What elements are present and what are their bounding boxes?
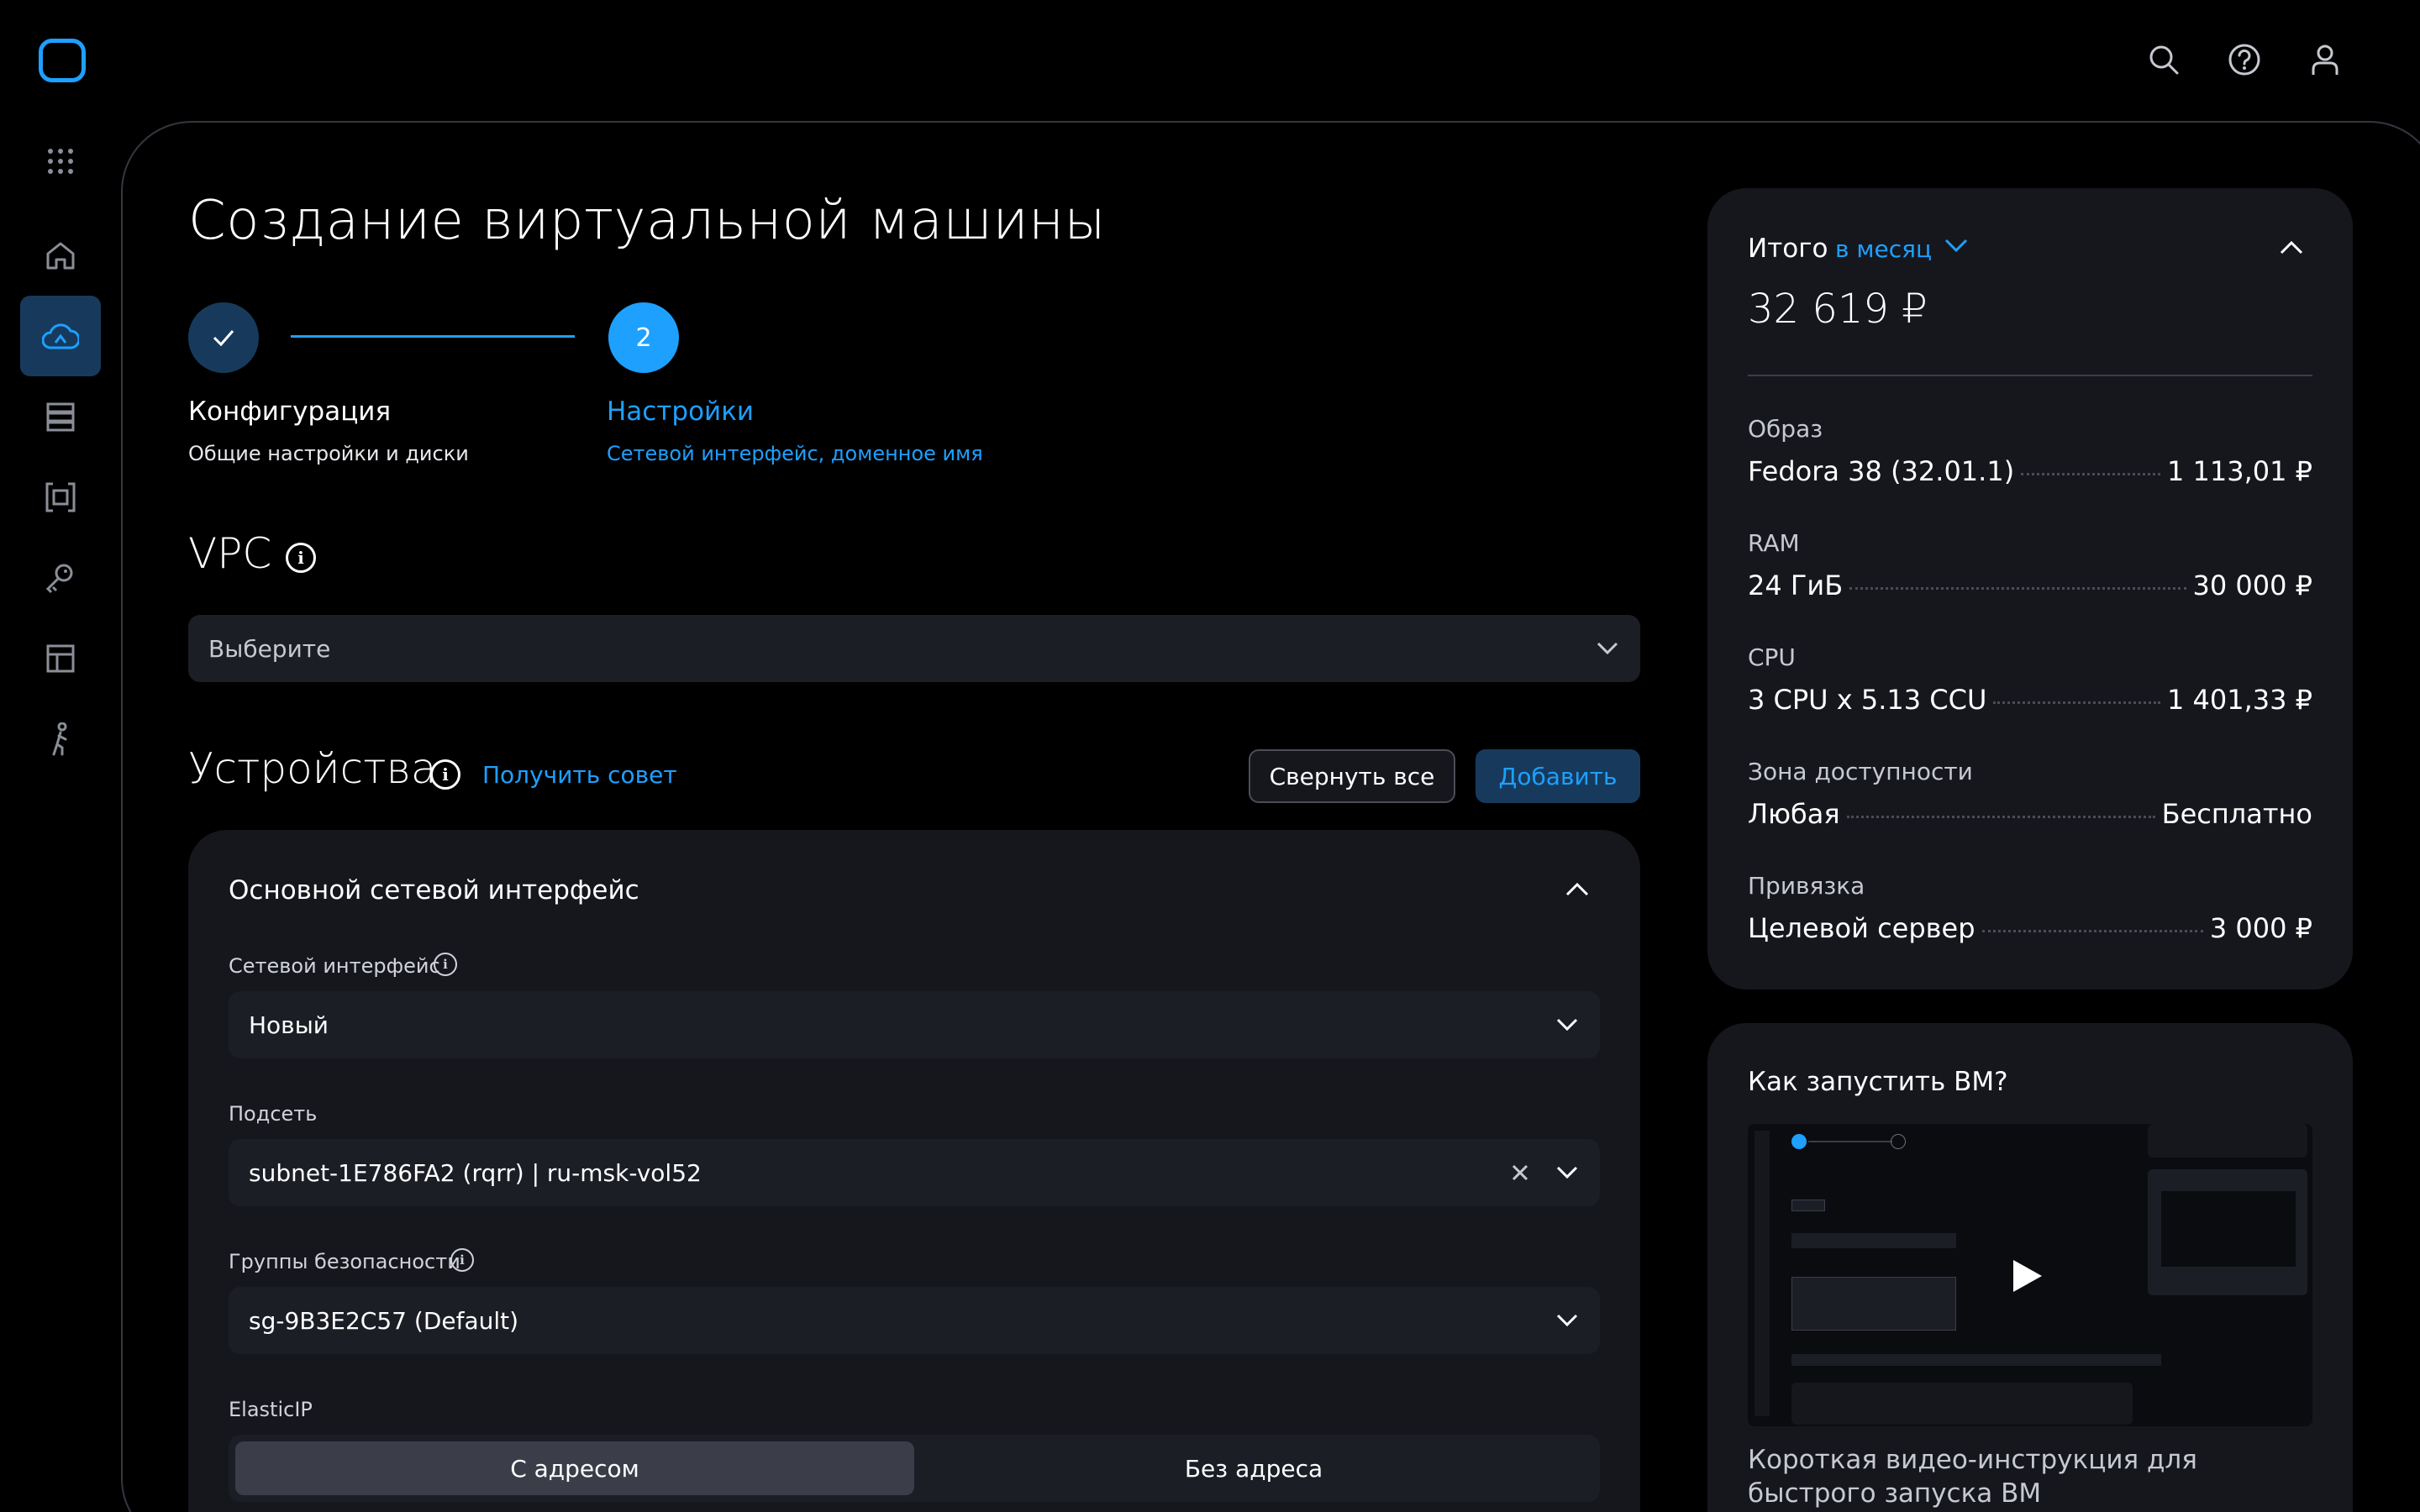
elastic-ip-without-address[interactable]: Без адреса: [914, 1441, 1593, 1495]
network-interface-label: Сетевой интерфейс: [229, 954, 440, 978]
chevron-down-icon: [1555, 1012, 1580, 1037]
elastic-ip-toggle: С адресом Без адреса: [229, 1435, 1600, 1502]
layout-icon[interactable]: [20, 618, 101, 699]
period-select[interactable]: в месяц: [1835, 235, 1932, 263]
subnet-value: subnet-1E786FA2 (rqrr) | ru-msk-vol52: [249, 1158, 702, 1187]
howto-caption: Короткая видео-инструкция для быстрого з…: [1748, 1445, 2197, 1509]
add-device-button[interactable]: Добавить: [1476, 749, 1640, 803]
summary-row-name: Любая: [1748, 798, 1840, 830]
app-logo[interactable]: [39, 39, 86, 82]
summary-label: Итого: [1748, 234, 1828, 264]
summary-row-price: 1 401,33 ₽: [2166, 684, 2312, 716]
subnet-select[interactable]: subnet-1E786FA2 (rqrr) | ru-msk-vol52: [229, 1139, 1600, 1206]
person-walk-icon[interactable]: [20, 699, 101, 780]
chevron-down-icon: [1595, 636, 1620, 661]
user-icon[interactable]: [2307, 42, 2343, 77]
vpc-select-value: Выберите: [208, 634, 331, 663]
video-player[interactable]: [1748, 1124, 2312, 1426]
get-advice-link[interactable]: Получить совет: [482, 761, 677, 789]
step-1-indicator[interactable]: [188, 302, 259, 373]
summary-row-label: RAM: [1748, 529, 1800, 557]
page-title: Создание виртуальной машины: [188, 190, 1106, 252]
step-2-indicator[interactable]: 2: [608, 302, 679, 373]
summary-row-label: Зона доступности: [1748, 758, 1973, 785]
help-icon[interactable]: [2227, 42, 2262, 77]
summary-row-name: 3 CPU x 5.13 CCU: [1748, 684, 1987, 716]
network-interface-value: Новый: [249, 1011, 329, 1039]
howto-title: Как запустить ВМ?: [1748, 1067, 2008, 1097]
summary-divider: [1748, 375, 2312, 376]
vpc-heading: VPC: [188, 529, 272, 578]
clear-icon[interactable]: [1507, 1160, 1533, 1185]
summary-row-label: Образ: [1748, 415, 1823, 443]
step-2-subtitle: Сетевой интерфейс, доменное имя: [607, 442, 983, 465]
step-1-subtitle: Общие настройки и диски: [188, 442, 469, 465]
summary-row-price: 30 000 ₽: [2192, 570, 2313, 601]
chevron-up-icon[interactable]: [1565, 880, 1590, 897]
summary-row: 3 CPU x 5.13 CCU 1 401,33 ₽: [1748, 684, 2312, 716]
container-icon[interactable]: [20, 457, 101, 538]
security-groups-info-icon[interactable]: i: [450, 1248, 474, 1272]
summary-row-name: Целевой сервер: [1748, 912, 1975, 944]
summary-row: Целевой сервер 3 000 ₽: [1748, 912, 2312, 944]
summary-row-price: 3 000 ₽: [2209, 912, 2312, 944]
security-groups-value: sg-9B3E2C57 (Default): [249, 1306, 519, 1335]
vpc-info-icon[interactable]: i: [286, 543, 316, 573]
home-icon[interactable]: [20, 215, 101, 296]
vpc-select[interactable]: Выберите: [188, 615, 1640, 682]
security-groups-label: Группы безопасности: [229, 1250, 460, 1273]
server-list-icon[interactable]: [20, 376, 101, 457]
step-1-title: Конфигурация: [188, 396, 392, 427]
summary-row-price: Бесплатно: [2161, 798, 2312, 830]
network-interface-info-icon[interactable]: i: [434, 953, 457, 976]
summary-row-name: 24 ГиБ: [1748, 570, 1844, 601]
summary-row: Любая Бесплатно: [1748, 798, 2312, 830]
summary-row-label: CPU: [1748, 643, 1796, 671]
security-groups-select[interactable]: sg-9B3E2C57 (Default): [229, 1287, 1600, 1354]
summary-row: Fedora 38 (32.01.1) 1 113,01 ₽: [1748, 455, 2312, 487]
devices-info-icon[interactable]: i: [430, 759, 460, 790]
summary-row-name: Fedora 38 (32.01.1): [1748, 455, 2015, 487]
elastic-ip-label: ElasticIP: [229, 1398, 313, 1421]
summary-row-price: 1 113,01 ₽: [2166, 455, 2312, 487]
step-2-title: Настройки: [607, 396, 755, 427]
collapse-all-button[interactable]: Свернуть все: [1249, 749, 1455, 803]
total-price: 32 619 ₽: [1748, 286, 1928, 333]
apps-grid-icon[interactable]: [20, 121, 101, 202]
key-icon[interactable]: [20, 538, 101, 618]
summary-row-label: Привязка: [1748, 872, 1865, 900]
subnet-label: Подсеть: [229, 1102, 318, 1126]
devices-heading: Устройства: [188, 744, 437, 793]
search-icon[interactable]: [2146, 42, 2181, 77]
check-icon: [213, 330, 234, 347]
play-icon[interactable]: [2010, 1258, 2044, 1294]
elastic-ip-with-address[interactable]: С адресом: [235, 1441, 914, 1495]
chevron-down-icon: [1555, 1160, 1580, 1185]
network-interface-select[interactable]: Новый: [229, 991, 1600, 1058]
chevron-down-icon: [1555, 1308, 1580, 1333]
chevron-down-icon[interactable]: [1944, 239, 1968, 254]
step-connector: [291, 335, 575, 338]
cloud-icon[interactable]: [20, 296, 101, 376]
chevron-up-icon[interactable]: [2279, 239, 2304, 255]
summary-row: 24 ГиБ 30 000 ₽: [1748, 570, 2312, 601]
card-title: Основной сетевой интерфейс: [229, 875, 639, 906]
